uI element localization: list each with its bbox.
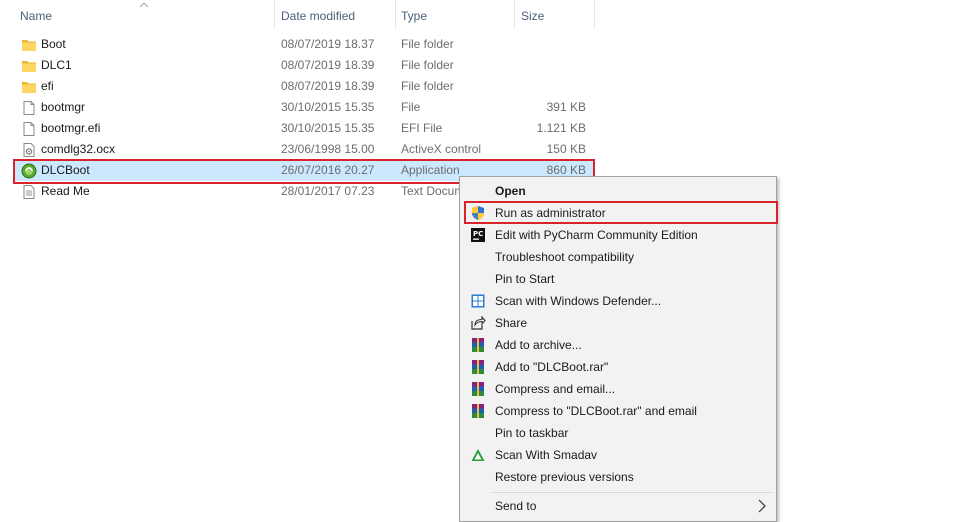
menu-item-compress-to-dlcboot-rar-and-email[interactable]: Compress to "DLCBoot.rar" and email bbox=[462, 400, 774, 422]
file-row-dlc1[interactable]: DLC1 08/07/2019 18.39 File folder bbox=[14, 55, 594, 76]
file-date: 30/10/2015 15.35 bbox=[281, 100, 375, 114]
file-size: 150 KB bbox=[546, 142, 586, 156]
menu-item-label: Open bbox=[495, 184, 526, 198]
file-type: File bbox=[401, 100, 421, 114]
file-size: 1.121 KB bbox=[536, 121, 586, 135]
winrar-icon bbox=[472, 338, 484, 352]
menu-item-label: Add to "DLCBoot.rar" bbox=[495, 360, 609, 374]
file-date: 30/10/2015 15.35 bbox=[281, 121, 375, 135]
file-row-comdlg32[interactable]: comdlg32.ocx 23/06/1998 15.00 ActiveX co… bbox=[14, 139, 594, 160]
menu-item-add-to-archive[interactable]: Add to archive... bbox=[462, 334, 774, 356]
menu-item-label: Compress to "DLCBoot.rar" and email bbox=[495, 404, 697, 418]
menu-item-label: Restore previous versions bbox=[495, 470, 634, 484]
menu-item-restore-previous-versions[interactable]: Restore previous versions bbox=[462, 466, 774, 488]
file-name: Boot bbox=[41, 37, 66, 51]
context-menu: Open Run as administrator PC Edit with P… bbox=[459, 176, 777, 522]
menu-item-label: Pin to Start bbox=[495, 272, 555, 286]
menu-item-label: Share bbox=[495, 316, 528, 330]
menu-item-label: Scan with Windows Defender... bbox=[495, 294, 662, 308]
menu-item-scan-windows-defender[interactable]: Scan with Windows Defender... bbox=[462, 290, 774, 312]
file-type: File folder bbox=[401, 79, 454, 93]
menu-item-label: Troubleshoot compatibility bbox=[495, 250, 634, 264]
menu-item-edit-with-pycharm[interactable]: PC Edit with PyCharm Community Edition bbox=[462, 224, 774, 246]
column-header-date-modified[interactable]: Date modified bbox=[275, 0, 355, 32]
menu-item-label: Add to archive... bbox=[495, 338, 582, 352]
menu-item-pin-to-start[interactable]: Pin to Start bbox=[462, 268, 774, 290]
menu-item-scan-with-smadav[interactable]: Scan With Smadav bbox=[462, 444, 774, 466]
file-type: ActiveX control bbox=[401, 142, 482, 156]
column-header: Name Date modified Type Size bbox=[0, 0, 963, 32]
menu-item-add-to-dlcboot-rar[interactable]: Add to "DLCBoot.rar" bbox=[462, 356, 774, 378]
file-icon bbox=[23, 122, 35, 136]
column-header-type[interactable]: Type bbox=[395, 0, 427, 32]
folder-icon bbox=[22, 40, 36, 51]
file-date: 23/06/1998 15.00 bbox=[281, 142, 375, 156]
file-type: File folder bbox=[401, 37, 454, 51]
menu-item-label: Send to bbox=[495, 499, 537, 513]
file-date: 08/07/2019 18.37 bbox=[281, 37, 375, 51]
text-document-icon bbox=[23, 185, 35, 199]
activex-file-icon bbox=[23, 143, 35, 157]
menu-item-send-to[interactable]: Send to bbox=[462, 495, 774, 517]
winrar-icon bbox=[472, 360, 484, 374]
menu-separator bbox=[491, 492, 773, 493]
file-row-bootmgr-efi[interactable]: bootmgr.efi 30/10/2015 15.35 EFI File 1.… bbox=[14, 118, 594, 139]
menu-item-pin-to-taskbar[interactable]: Pin to taskbar bbox=[462, 422, 774, 444]
file-icon bbox=[23, 101, 35, 115]
column-header-size[interactable]: Size bbox=[515, 0, 544, 32]
file-name: DLC1 bbox=[41, 58, 72, 72]
file-name: bootmgr.efi bbox=[41, 121, 101, 135]
file-row-bootmgr[interactable]: bootmgr 30/10/2015 15.35 File 391 KB bbox=[14, 97, 594, 118]
file-row-boot[interactable]: Boot 08/07/2019 18.37 File folder bbox=[14, 34, 594, 55]
menu-item-label: Compress and email... bbox=[495, 382, 616, 396]
menu-item-label: Edit with PyCharm Community Edition bbox=[495, 228, 698, 242]
winrar-icon bbox=[472, 404, 484, 418]
file-type: EFI File bbox=[401, 121, 443, 135]
smadav-icon bbox=[471, 449, 485, 461]
file-row-efi[interactable]: efi 08/07/2019 18.39 File folder bbox=[14, 76, 594, 97]
folder-icon bbox=[22, 61, 36, 72]
column-divider[interactable] bbox=[594, 0, 595, 28]
file-size: 391 KB bbox=[546, 100, 586, 114]
file-date: 08/07/2019 18.39 bbox=[281, 79, 375, 93]
winrar-icon bbox=[472, 382, 484, 396]
share-icon bbox=[471, 315, 486, 330]
windows-defender-icon bbox=[471, 294, 485, 308]
file-date: 08/07/2019 18.39 bbox=[281, 58, 375, 72]
pycharm-icon: PC bbox=[471, 228, 485, 242]
file-name: comdlg32.ocx bbox=[41, 142, 116, 156]
file-type: File folder bbox=[401, 58, 454, 72]
file-type: Text Docum bbox=[401, 184, 465, 198]
menu-item-share[interactable]: Share bbox=[462, 312, 774, 334]
menu-item-compress-and-email[interactable]: Compress and email... bbox=[462, 378, 774, 400]
file-name: efi bbox=[41, 79, 54, 93]
run-as-administrator-annotation bbox=[464, 201, 778, 224]
folder-icon bbox=[22, 82, 36, 93]
menu-item-troubleshoot-compatibility[interactable]: Troubleshoot compatibility bbox=[462, 246, 774, 268]
chevron-right-icon bbox=[758, 499, 766, 513]
svg-text:PC: PC bbox=[473, 230, 483, 238]
sort-ascending-icon bbox=[139, 2, 149, 8]
menu-item-open[interactable]: Open bbox=[462, 180, 774, 202]
column-header-name[interactable]: Name bbox=[14, 0, 52, 32]
menu-item-label: Scan With Smadav bbox=[495, 448, 598, 462]
file-name: Read Me bbox=[41, 184, 90, 198]
file-name: bootmgr bbox=[41, 100, 86, 114]
menu-item-label: Pin to taskbar bbox=[495, 426, 569, 440]
file-date: 28/01/2017 07.23 bbox=[281, 184, 375, 198]
